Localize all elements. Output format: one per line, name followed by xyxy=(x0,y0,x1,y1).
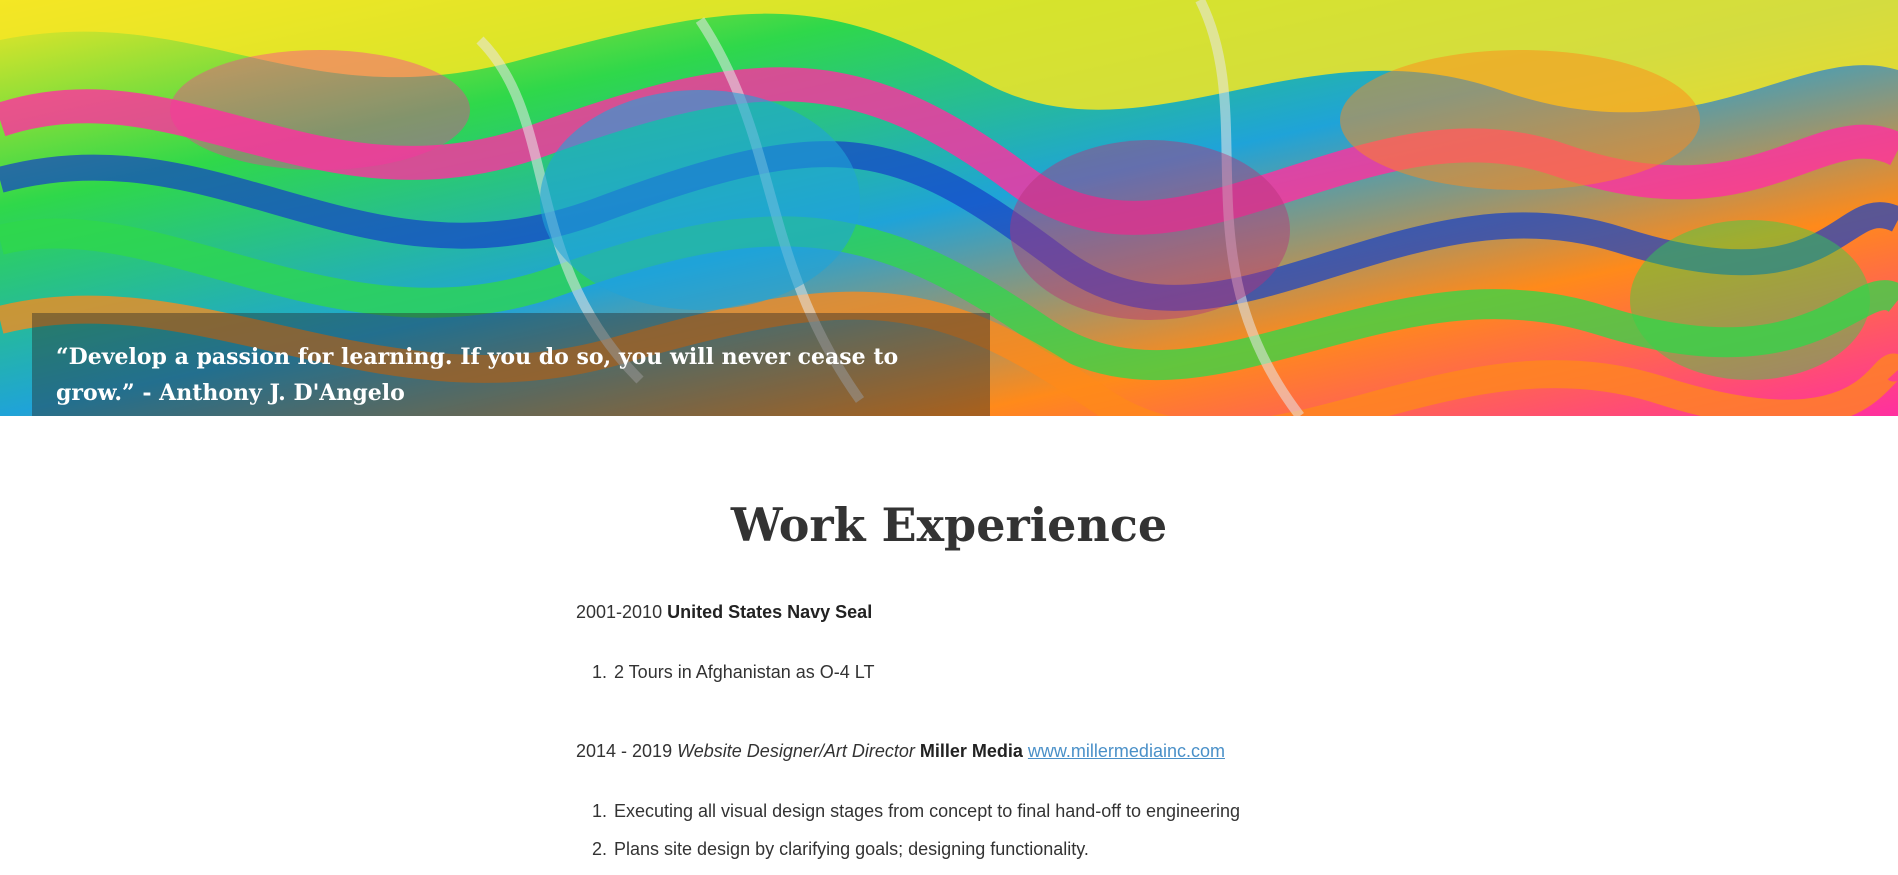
job-company: United States Navy Seal xyxy=(667,602,873,622)
job-duties-list: Executing all visual design stages from … xyxy=(576,792,1412,868)
job-years: 2014 - 2019 xyxy=(576,741,673,761)
work-experience-section: Work Experience 2001-2010 United States … xyxy=(0,416,1898,875)
company-website-link[interactable]: www.millermediainc.com xyxy=(1028,741,1225,761)
quote-overlay: “Develop a passion for learning. If you … xyxy=(32,313,990,416)
list-item: Executing all visual design stages from … xyxy=(612,792,1412,830)
job-company: Miller Media xyxy=(919,741,1023,761)
job-entry: 2014 - 2019 Website Designer/Art Directo… xyxy=(576,739,1376,763)
list-item: 2 Tours in Afghanistan as O-4 LT xyxy=(612,653,1412,691)
hero-quote: “Develop a passion for learning. If you … xyxy=(56,344,899,406)
page-title: Work Experience xyxy=(730,498,1168,552)
hero-banner: “Develop a passion for learning. If you … xyxy=(0,0,1898,416)
job-entry: 2001-2010 United States Navy Seal xyxy=(576,600,1376,624)
job-duties-list: 2 Tours in Afghanistan as O-4 LT xyxy=(576,653,1412,691)
list-item: Plans site design by clarifying goals; d… xyxy=(612,830,1412,868)
job-years: 2001-2010 xyxy=(576,602,663,622)
job-role: Website Designer/Art Director xyxy=(677,741,915,761)
